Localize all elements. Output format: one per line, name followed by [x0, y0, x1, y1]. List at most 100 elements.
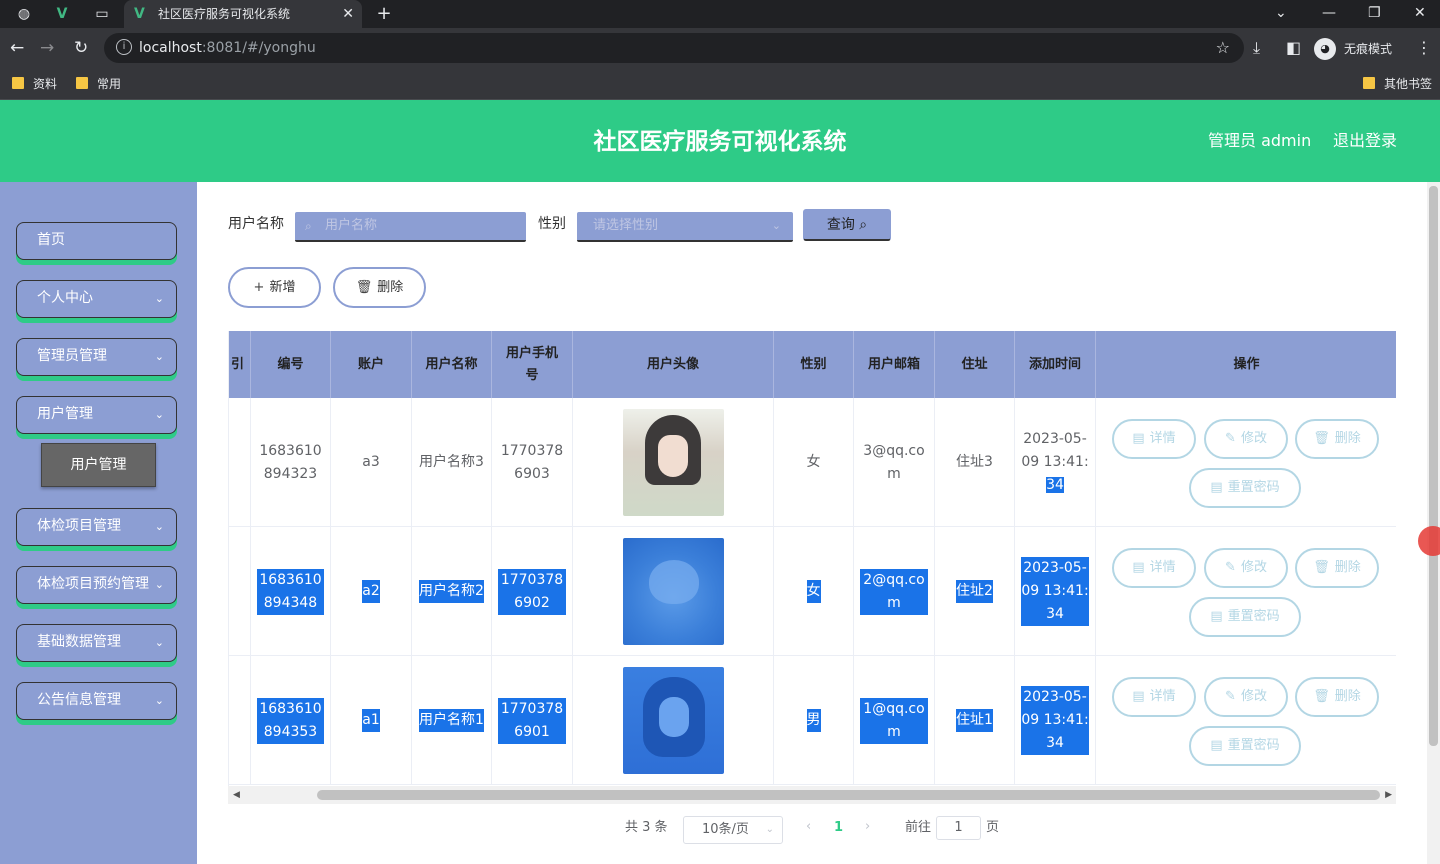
- document-icon: ▤: [1210, 480, 1223, 495]
- sidebar-item-notices[interactable]: 公告信息管理 ⌄: [16, 682, 177, 720]
- reset-password-button[interactable]: ▤ 重置密码: [1189, 468, 1301, 508]
- add-button[interactable]: + 新增: [228, 267, 321, 308]
- username-search-input[interactable]: ⌕ 用户名称: [295, 212, 526, 242]
- forward-icon[interactable]: →: [40, 38, 54, 58]
- site-info-icon[interactable]: i: [116, 39, 132, 55]
- close-window-icon[interactable]: ✕: [1414, 3, 1426, 23]
- cell-avatar: [573, 398, 774, 527]
- delete-button[interactable]: 🗑︎ 删除: [1295, 419, 1379, 459]
- cell-phone: 17703786902: [492, 527, 573, 656]
- cell-time: 2023-05-09 13:41:34: [1015, 527, 1096, 656]
- col-email: 用户邮箱: [854, 331, 935, 398]
- bookmark-star-icon[interactable]: ☆: [1216, 38, 1230, 58]
- prev-page-icon[interactable]: ‹: [806, 818, 811, 836]
- document-icon: ▤: [1132, 689, 1145, 704]
- edit-button[interactable]: ✎ 修改: [1204, 677, 1288, 717]
- page-scrollbar-thumb[interactable]: [1429, 186, 1438, 746]
- user-avatar-image[interactable]: [622, 538, 724, 645]
- reset-password-button[interactable]: ▤ 重置密码: [1189, 726, 1301, 766]
- incognito-badge[interactable]: ◕ 无痕模式: [1314, 37, 1410, 61]
- minimize-icon[interactable]: —: [1322, 3, 1336, 23]
- menu-dots-icon[interactable]: ⋮: [1416, 38, 1432, 58]
- reload-icon[interactable]: ↻: [74, 38, 88, 58]
- download-icon[interactable]: ⤓: [1253, 38, 1260, 58]
- edit-button[interactable]: ✎ 修改: [1204, 419, 1288, 459]
- document-icon: ▤: [1210, 609, 1223, 624]
- detail-button[interactable]: ▤ 详情: [1112, 419, 1196, 459]
- table-scrollbar-thumb[interactable]: [317, 790, 1380, 800]
- delete-button[interactable]: 🗑︎ 删除: [1295, 677, 1379, 717]
- new-tab-icon[interactable]: +: [374, 4, 394, 24]
- search-icon: ⌕: [859, 217, 868, 233]
- back-icon[interactable]: ←: [10, 38, 24, 58]
- col-address: 住址: [935, 331, 1015, 398]
- col-account: 账户: [331, 331, 412, 398]
- page-number-current[interactable]: 1: [834, 819, 843, 837]
- plus-icon: +: [253, 280, 265, 295]
- sidebar-item-base-data[interactable]: 基础数据管理 ⌄: [16, 624, 177, 662]
- cell-time: 2023-05-09 13:41:34: [1015, 656, 1096, 785]
- page-scrollbar[interactable]: [1427, 182, 1440, 864]
- scroll-left-icon[interactable]: ◀: [233, 787, 240, 803]
- pencil-icon: ✎: [1225, 560, 1236, 575]
- goto-label: 前往: [905, 820, 932, 835]
- cell-email: 2@qq.com: [854, 527, 935, 656]
- cell-index: [229, 527, 251, 656]
- vue-logo-icon[interactable]: V: [52, 4, 72, 24]
- sidebar-item-checkup-booking[interactable]: 体检项目预约管理 ⌄: [16, 566, 177, 604]
- globe-icon[interactable]: ◍: [14, 4, 34, 24]
- user-avatar-image[interactable]: [622, 667, 724, 774]
- tab-search-icon[interactable]: ⌄: [1275, 3, 1287, 23]
- sidepanel-icon[interactable]: ◧: [1286, 38, 1301, 58]
- cell-gender: 男: [774, 656, 854, 785]
- folder-icon: [12, 77, 24, 89]
- restore-icon[interactable]: ❐: [1368, 3, 1381, 23]
- pencil-icon: ✎: [1225, 431, 1236, 446]
- sidebar-item-profile[interactable]: 个人中心 ⌄: [16, 280, 177, 318]
- user-avatar-image[interactable]: [622, 409, 724, 516]
- batch-delete-button[interactable]: 🗑︎ 删除: [333, 267, 426, 308]
- sidebar-subitem-users[interactable]: 用户管理: [41, 443, 156, 487]
- sidebar-item-label: 管理员管理: [37, 348, 107, 364]
- sidebar-item-admins[interactable]: 管理员管理 ⌄: [16, 338, 177, 376]
- cell-index: [229, 398, 251, 527]
- window-icon[interactable]: ▭: [92, 4, 112, 24]
- reset-password-button[interactable]: ▤ 重置密码: [1189, 597, 1301, 637]
- sidebar-item-label: 体检项目预约管理: [37, 576, 149, 592]
- logout-link[interactable]: 退出登录: [1333, 130, 1397, 152]
- table-header: 引 编号 账户 用户名称 用户手机号 用户头像 性别 用户邮箱 住址 添加时间 …: [229, 331, 1396, 398]
- url-field[interactable]: i localhost:8081/#/yonghu ☆: [104, 33, 1244, 63]
- chevron-up-icon: ⌄: [154, 408, 164, 421]
- cell-gender: 女: [774, 398, 854, 527]
- edit-button[interactable]: ✎ 修改: [1204, 548, 1288, 588]
- page-size-select[interactable]: 10条/页 ⌄: [683, 816, 783, 844]
- table-horizontal-scrollbar[interactable]: ◀ ▶: [228, 786, 1396, 804]
- gender-label: 性别: [538, 216, 566, 232]
- goto-page-input[interactable]: 1: [936, 816, 981, 840]
- bookmark-folder-changyong[interactable]: 常用: [76, 75, 121, 93]
- document-icon: ▤: [1210, 738, 1223, 753]
- chevron-down-icon: ⌄: [154, 694, 164, 707]
- scroll-right-icon[interactable]: ▶: [1385, 787, 1392, 803]
- detail-button[interactable]: ▤ 详情: [1112, 677, 1196, 717]
- username-label: 用户名称: [228, 216, 284, 232]
- cell-time: 2023-05-09 13:41:34: [1015, 398, 1096, 527]
- search-icon: ⌕: [305, 219, 312, 233]
- other-bookmarks[interactable]: 其他书签: [1363, 75, 1432, 93]
- query-button[interactable]: 查询 ⌕: [803, 209, 891, 241]
- sidebar-item-users[interactable]: 用户管理 ⌄: [16, 396, 177, 434]
- detail-button[interactable]: ▤ 详情: [1112, 548, 1196, 588]
- sidebar-item-checkup-items[interactable]: 体检项目管理 ⌄: [16, 508, 177, 546]
- gender-select[interactable]: 请选择性别 ⌄: [577, 212, 793, 242]
- admin-label: 管理员 admin: [1208, 131, 1312, 150]
- active-tab[interactable]: V 社区医疗服务可视化系统 ✕: [124, 0, 362, 28]
- delete-button[interactable]: 🗑︎ 删除: [1295, 548, 1379, 588]
- sidebar-item-home[interactable]: 首页: [16, 222, 177, 260]
- close-tab-icon[interactable]: ✕: [342, 5, 354, 23]
- cell-account: a1: [331, 656, 412, 785]
- trash-icon: 🗑︎: [1313, 689, 1330, 704]
- col-id: 编号: [251, 331, 331, 398]
- bookmark-folder-ziliao[interactable]: 资料: [12, 75, 57, 93]
- bookmarks-bar: 资料 常用 其他书签: [0, 68, 1440, 100]
- next-page-icon[interactable]: ›: [865, 818, 870, 836]
